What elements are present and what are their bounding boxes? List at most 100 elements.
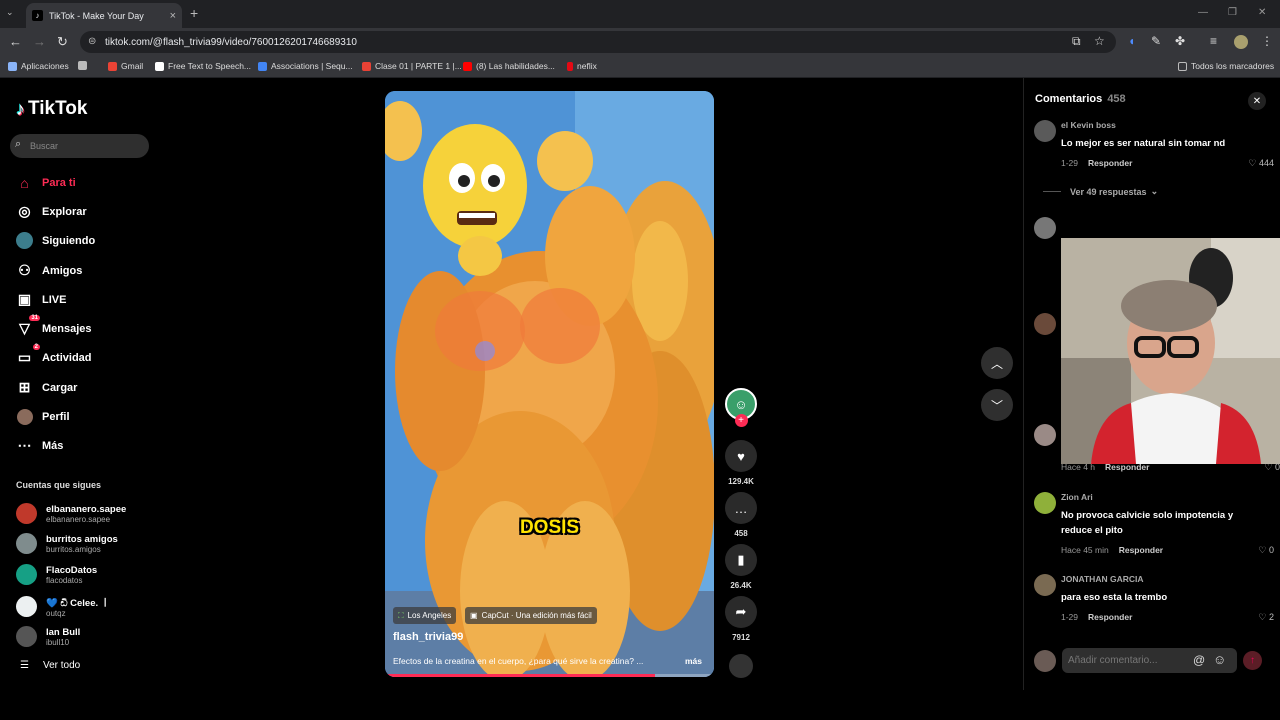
close-comments-button[interactable]: ✕ [1248,92,1266,110]
reload-icon[interactable]: ↻ [57,34,68,50]
video-caption-word: DOSIS [519,517,580,538]
bookmark-gmail[interactable]: Gmail [108,61,143,71]
menu-item-explorar[interactable]: ◎ Explorar [16,203,86,220]
next-video-button[interactable]: ﹀ [981,389,1013,421]
comment-like-count: 0 [1268,545,1274,555]
new-tab-icon[interactable]: + [190,5,198,21]
capcut-tag[interactable]: ▣ CapCut · Una edición más fácil [465,607,597,624]
bookmark-label: neflix [577,61,597,71]
video-progress-bar[interactable] [385,674,714,677]
site-info-icon[interactable]: ⊜ [88,36,96,47]
share-button[interactable]: ➦ 7912 [724,596,758,642]
bookmark-associations[interactable]: Associations | Sequ... [258,61,353,71]
reply-button[interactable]: Responder [1105,462,1149,472]
comment-user[interactable]: JONATHAN GARCIA [1061,574,1143,584]
browser-toolbar: ← → ↻ ⊜ tiktok.com/@flash_trivia99/video… [0,28,1280,56]
sound-disc[interactable] [724,654,758,678]
bookmark-netflix[interactable]: neflix [567,61,597,71]
save-count: 26.4K [730,581,752,590]
comment-like-button[interactable]: ♡ 2 [1258,612,1274,623]
bookmark-tts[interactable]: Free Text to Speech... [155,61,251,71]
comments-count: 458 [1107,93,1126,105]
bookmark-clase[interactable]: Clase 01 | PARTE 1 |... [362,61,462,71]
send-comment-button[interactable]: ↑ [1243,651,1262,670]
avatar [16,503,37,524]
avatar[interactable] [1034,574,1056,596]
bookmark-grid[interactable] [78,61,91,70]
bookmark-label: Clase 01 | PARTE 1 |... [375,61,462,71]
avatar[interactable] [1034,217,1056,239]
search-input[interactable]: ⌕ Buscar [10,134,149,158]
chrome-menu-icon[interactable]: ⋮ [1261,34,1273,48]
bookmark-label: Associations | Sequ... [271,61,353,71]
video-more-link[interactable]: más [685,656,702,666]
following-account[interactable]: FlacoDatos flacodatos [16,564,97,585]
menu-item-live[interactable]: ▣ LIVE [16,291,67,308]
comment-user[interactable]: Zion Ari [1061,492,1093,502]
extension-audio-icon[interactable]: ◖ [1128,34,1135,48]
menu-item-siguiendo[interactable]: Siguiendo [16,232,95,249]
author-avatar-button[interactable]: ☺ + [724,388,758,427]
emoji-icon[interactable]: ☺ [1213,652,1226,667]
menu-item-mensajes[interactable]: ▽ 31 Mensajes [16,315,92,337]
minimize-icon[interactable]: — [1198,7,1208,18]
follow-plus-icon[interactable]: + [734,414,748,427]
profile-avatar-icon[interactable] [1234,35,1248,49]
following-account[interactable]: 💙 ඩි Celee. ㅣ outqz [16,595,110,618]
bookmark-star-icon[interactable]: ☆ [1094,34,1105,48]
address-bar[interactable]: ⊜ tiktok.com/@flash_trivia99/video/76001… [80,31,1116,53]
avatar[interactable] [1034,492,1056,514]
tab-search-icon[interactable]: ⌄ [6,7,14,18]
all-bookmarks[interactable]: Todos los marcadores [1178,61,1274,71]
reply-button[interactable]: Responder [1119,545,1163,555]
menu-item-mas[interactable]: ⋯ Más [16,437,64,454]
following-account[interactable]: Ian Bull ibull10 [16,626,80,647]
comment-input[interactable]: Añadir comentario... [1062,648,1237,673]
compass-icon: ◎ [18,203,31,219]
comment-like-button[interactable]: ♡ 0 [1258,545,1274,556]
previous-video-button[interactable]: ︿ [981,347,1013,379]
extensions-puzzle-icon[interactable]: ✤ [1175,34,1185,48]
see-all-link[interactable]: ☰ Ver todo [20,660,80,671]
following-account[interactable]: elbananero.sapee elbananero.sapee [16,503,126,524]
comment-user[interactable]: el Kevin boss [1061,120,1116,130]
forward-icon[interactable]: → [33,34,46,49]
reply-button[interactable]: Responder [1088,158,1132,168]
chevron-down-icon: ⌄ [1150,186,1159,196]
menu-item-amigos[interactable]: ⚇ Amigos [16,262,82,279]
bookmark-youtube[interactable]: (8) Las habilidades... [463,61,555,71]
menu-item-para-ti[interactable]: ⌂ Para ti [16,174,75,191]
bookmark-apps[interactable]: Aplicaciones [8,61,69,71]
comment-meta: 1-29 Responder [1061,612,1132,622]
tiktok-logo[interactable]: ♪ TikTok [16,98,87,120]
avatar[interactable] [1034,313,1056,335]
window-close-icon[interactable]: ✕ [1258,7,1266,18]
media-control-icon[interactable]: ≡ [1210,34,1217,48]
back-icon[interactable]: ← [9,34,22,49]
comment-like-button[interactable]: ♡ 0 [1264,462,1280,473]
reply-button[interactable]: Responder [1088,612,1132,622]
avatar[interactable] [1034,120,1056,142]
browser-tab[interactable]: ♪ TikTok - Make Your Day × [26,3,182,28]
comment-item: Zion Ari No provoca calvicie solo impote… [1034,492,1274,556]
mention-icon[interactable]: @ [1193,653,1205,667]
tab-close-icon[interactable]: × [170,10,176,22]
menu-item-perfil[interactable]: Perfil [16,408,70,425]
menu-item-actividad[interactable]: ▭ 2 Actividad [16,344,92,366]
save-button[interactable]: ▮ 26.4K [724,544,758,590]
comment-button[interactable]: … 458 [724,492,758,538]
extension-pen-icon[interactable]: ✎ [1151,34,1161,48]
like-button[interactable]: ♥ 129.4K [724,440,758,486]
comment-meta: Hace 4 h Responder [1061,462,1149,472]
view-replies-button[interactable]: Ver 49 respuestas ⌄ [1043,186,1158,197]
location-tag[interactable]: ⛶ Los Angeles [393,607,457,624]
maximize-icon[interactable]: ❐ [1228,7,1237,18]
comment-text: No provoca calvicie solo impotencia y re… [1061,510,1234,536]
video-author[interactable]: flash_trivia99 [393,631,463,643]
following-account[interactable]: burritos amigos burritos.amigos [16,533,118,554]
avatar[interactable] [1034,424,1056,446]
install-app-icon[interactable]: ⧉ [1072,34,1081,49]
menu-item-cargar[interactable]: ⊞ Cargar [16,379,78,396]
video-player[interactable]: DOSIS ⛶ Los Angeles ▣ CapCut · Una edici… [385,91,714,677]
comment-like-button[interactable]: ♡ 444 [1248,158,1274,169]
